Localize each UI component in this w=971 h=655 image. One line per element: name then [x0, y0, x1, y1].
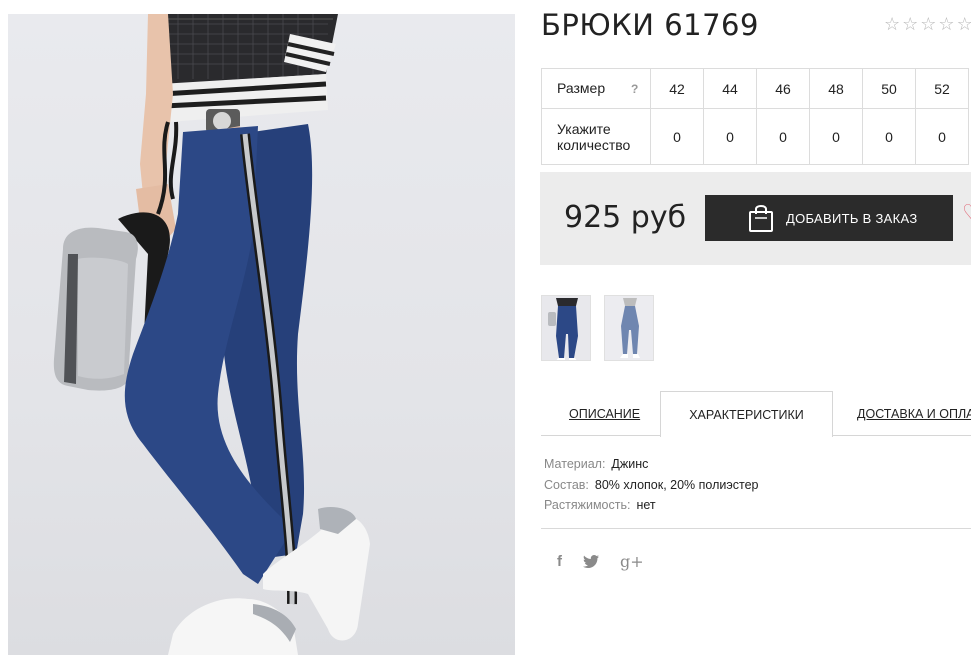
twitter-icon[interactable]	[583, 555, 599, 568]
characteristic-key: Состав:	[544, 477, 589, 492]
characteristic-key: Материал:	[544, 457, 606, 471]
add-to-order-button[interactable]: ДОБАВИТЬ В ЗАКАЗ	[705, 195, 953, 241]
characteristic-value: 80% хлопок, 20% полиэстер	[594, 477, 759, 492]
product-info-tabs: ОПИСАНИЕ ХАРАКТЕРИСТИКИ ДОСТАВКА И ОПЛАТ…	[541, 391, 971, 437]
product-price: 925 руб	[564, 200, 687, 235]
thumbnail-image	[605, 296, 653, 360]
quantity-label-line2: количество	[557, 136, 631, 153]
shopping-bag-icon	[749, 205, 773, 232]
star-icon[interactable]: ☆	[920, 15, 936, 33]
product-photo-illustration	[53, 14, 370, 655]
product-thumbnail[interactable]	[604, 295, 654, 361]
purchase-panel: 925 руб ДОБАВИТЬ В ЗАКАЗ	[540, 172, 971, 265]
tab-delivery-payment[interactable]: ДОСТАВКА И ОПЛАТА	[857, 391, 971, 436]
rating-stars[interactable]: ☆ ☆ ☆ ☆ ☆	[884, 15, 971, 33]
quantity-input[interactable]: 0	[703, 108, 757, 165]
product-main-image[interactable]	[8, 14, 515, 655]
tab-description-label: ОПИСАНИЕ	[569, 406, 641, 421]
characteristic-value: Джинс	[611, 457, 649, 471]
facebook-icon[interactable]: f	[557, 553, 562, 570]
size-cell: 42	[650, 68, 704, 109]
quantity-input[interactable]: 0	[862, 108, 916, 165]
product-thumbnail[interactable]	[541, 295, 591, 361]
star-icon[interactable]: ☆	[957, 15, 971, 33]
size-cell: 52	[915, 68, 969, 109]
size-cell: 50	[862, 68, 916, 109]
heart-icon[interactable]: ♡	[962, 202, 971, 224]
quantity-input[interactable]: 0	[756, 108, 810, 165]
quantity-label-cell: Укажите количество	[541, 108, 651, 165]
size-quantity-table: Размер ? 42 44 46 48 50 52 Укажите колич…	[541, 68, 969, 165]
social-share: f g+	[557, 552, 665, 571]
tab-delivery-payment-label: ДОСТАВКА И ОПЛАТА	[857, 406, 971, 421]
size-label: Размер	[557, 80, 606, 96]
quantity-input[interactable]: 0	[915, 108, 969, 165]
quantity-input[interactable]: 0	[809, 108, 863, 165]
characteristic-key: Растяжимость:	[544, 498, 631, 512]
star-icon[interactable]: ☆	[884, 15, 900, 33]
quantity-input[interactable]: 0	[650, 108, 704, 165]
characteristic-row: Растяжимость: нет	[544, 495, 758, 516]
characteristic-row: Состав: 80% хлопок, 20% полиэстер	[544, 475, 758, 496]
section-divider	[541, 528, 971, 529]
add-to-order-label: ДОБАВИТЬ В ЗАКАЗ	[786, 210, 918, 226]
size-label-cell: Размер ?	[541, 68, 651, 109]
star-icon[interactable]: ☆	[938, 15, 954, 33]
star-icon[interactable]: ☆	[902, 15, 918, 33]
size-row: Размер ? 42 44 46 48 50 52	[541, 68, 969, 109]
google-plus-icon[interactable]: g+	[620, 552, 644, 571]
characteristics-list: Материал: Джинс Состав: 80% хлопок, 20% по…	[544, 454, 758, 516]
twitter-bird-shape	[583, 555, 599, 568]
quantity-label-line1: Укажите	[557, 120, 611, 137]
tab-characteristics-label: ХАРАКТЕРИСТИКИ	[689, 407, 804, 422]
characteristic-value: нет	[636, 498, 656, 512]
tab-characteristics[interactable]: ХАРАКТЕРИСТИКИ	[660, 391, 833, 437]
size-cell: 46	[756, 68, 810, 109]
size-cell: 44	[703, 68, 757, 109]
product-title: БРЮКИ 61769	[541, 8, 759, 42]
thumbnail-image	[542, 296, 590, 360]
help-icon[interactable]: ?	[631, 81, 638, 97]
size-cell: 48	[809, 68, 863, 109]
tab-description[interactable]: ОПИСАНИЕ	[569, 391, 640, 436]
quantity-row: Укажите количество 0 0 0 0 0 0	[541, 108, 969, 165]
characteristic-row: Материал: Джинс	[544, 454, 758, 475]
